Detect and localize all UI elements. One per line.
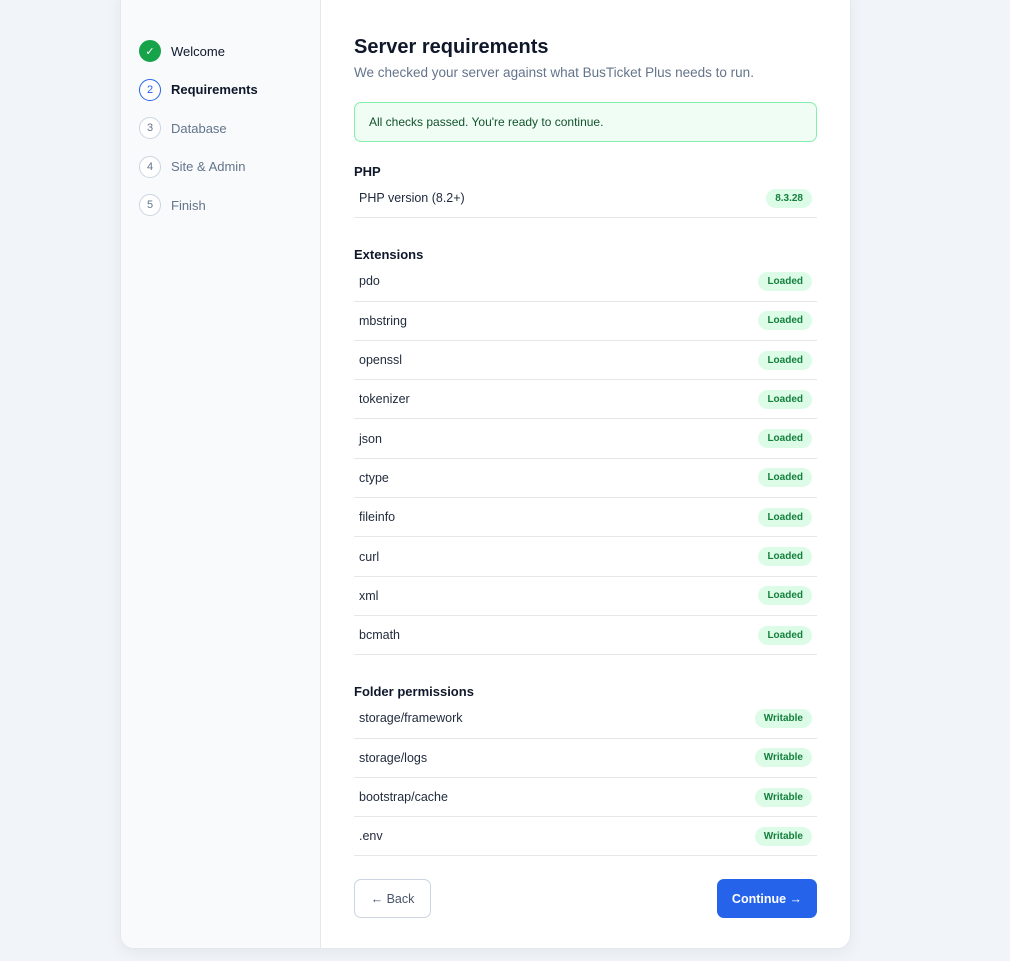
requirement-label: openssl — [359, 353, 403, 368]
requirement-label: pdo — [359, 274, 380, 289]
requirement-label: fileinfo — [359, 510, 396, 525]
requirement-row: xml Loaded — [354, 577, 817, 616]
requirement-row: storage/logs Writable — [354, 739, 817, 778]
status-badge: Writable — [754, 708, 812, 728]
extensions-list: pdo Loaded mbstring Loaded openssl Loaded t… — [354, 262, 817, 656]
page-title: Server requirements — [354, 36, 549, 58]
section-title-extensions: Extensions — [354, 247, 424, 263]
action-buttons: ← Back Continue → — [354, 879, 817, 919]
requirement-row: bootstrap/cache Writable — [354, 778, 817, 818]
step-database: 3 Database — [121, 109, 320, 148]
php-list: PHP version (8.2+) 8.3.28 — [354, 179, 817, 219]
step-label: Requirements — [171, 82, 258, 98]
status-badge: Loaded — [758, 625, 812, 645]
requirement-label: bcmath — [359, 628, 400, 643]
status-badge: Loaded — [758, 311, 812, 331]
status-badge: 8.3.28 — [766, 188, 812, 208]
requirement-label: curl — [359, 549, 380, 564]
requirement-label: .env — [359, 829, 383, 844]
requirement-label: json — [359, 431, 382, 446]
step-number: 2 — [139, 78, 161, 101]
requirement-label: bootstrap/cache — [359, 790, 448, 804]
status-badge: Loaded — [758, 468, 812, 488]
status-badge: Loaded — [758, 389, 812, 409]
status-badge: Loaded — [758, 507, 812, 527]
steps-sidebar: ✓ Welcome 2 Requirements 3 Database 4 Si… — [121, 0, 321, 948]
requirement-row: json Loaded — [354, 419, 817, 459]
page-subtitle: We checked your server against what BusT… — [354, 65, 754, 80]
status-badge: Loaded — [758, 547, 812, 567]
requirement-label: storage/logs — [359, 750, 428, 765]
status-badge: Loaded — [758, 271, 812, 291]
step-number: 3 — [139, 117, 161, 140]
status-badge: Writable — [754, 748, 812, 768]
check-icon: ✓ — [139, 40, 161, 63]
status-badge: Writable — [754, 826, 812, 846]
requirement-row: .env Writable — [354, 817, 817, 857]
requirement-row: fileinfo Loaded — [354, 498, 817, 538]
step-label: Finish — [171, 197, 206, 213]
requirement-row: pdo Loaded — [354, 262, 817, 302]
step-number: 4 — [139, 155, 161, 178]
step-number: 5 — [139, 194, 161, 217]
requirement-label: xml — [359, 588, 379, 603]
step-welcome[interactable]: ✓ Welcome — [121, 32, 320, 71]
requirement-row: bcmath Loaded — [354, 616, 817, 656]
requirement-row: mbstring Loaded — [354, 302, 817, 341]
requirement-row: tokenizer Loaded — [354, 380, 817, 420]
status-badge: Loaded — [758, 429, 812, 449]
requirement-label: mbstring — [359, 313, 407, 328]
requirement-row: ctype Loaded — [354, 459, 817, 499]
step-finish: 5 Finish — [121, 186, 320, 225]
step-requirements[interactable]: 2 Requirements — [121, 71, 320, 110]
installer-card: ✓ Welcome 2 Requirements 3 Database 4 Si… — [120, 0, 851, 949]
status-badge: Loaded — [758, 586, 812, 606]
requirements-panel: Server requirements We checked your serv… — [321, 0, 850, 948]
step-label: Site & Admin — [171, 159, 246, 175]
success-alert: All checks passed. You're ready to conti… — [354, 102, 817, 142]
requirement-row: PHP version (8.2+) 8.3.28 — [354, 179, 817, 219]
section-title-folders: Folder permissions — [354, 684, 474, 700]
status-badge: Loaded — [758, 350, 812, 370]
requirement-label: storage/framework — [359, 711, 463, 726]
requirement-row: curl Loaded — [354, 537, 817, 577]
step-label: Welcome — [171, 43, 225, 59]
step-site-admin: 4 Site & Admin — [121, 148, 320, 187]
requirement-label: tokenizer — [359, 392, 410, 407]
continue-button[interactable]: Continue → — [717, 879, 817, 919]
step-label: Database — [171, 120, 227, 136]
folders-list: storage/framework Writable storage/logs Wr… — [354, 699, 817, 857]
requirement-label: PHP version (8.2+) — [359, 191, 465, 206]
requirement-row: storage/framework Writable — [354, 699, 817, 739]
requirement-label: ctype — [359, 470, 389, 485]
section-title-php: PHP — [354, 164, 381, 179]
requirement-row: openssl Loaded — [354, 341, 817, 381]
status-badge: Writable — [754, 787, 812, 807]
back-button[interactable]: ← Back — [354, 879, 431, 919]
